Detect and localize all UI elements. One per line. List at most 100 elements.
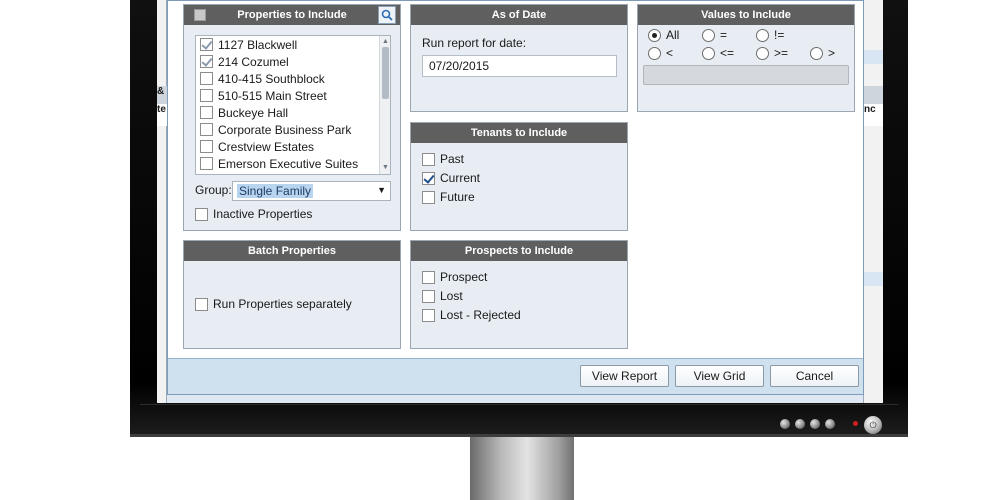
value-input[interactable] xyxy=(643,65,849,85)
property-checkbox[interactable] xyxy=(200,157,213,170)
properties-panel-header: Properties to Include xyxy=(184,5,400,25)
batch-properties-panel: Batch Properties Run Properties separate… xyxy=(183,240,401,349)
property-checkbox[interactable] xyxy=(200,72,213,85)
run-separately-option[interactable]: Run Properties separately xyxy=(195,297,352,311)
tenant-current-checkbox[interactable] xyxy=(422,171,435,185)
prospect-0-option[interactable]: Prospect xyxy=(422,270,487,284)
property-checkbox[interactable] xyxy=(200,123,213,136)
value-radio[interactable] xyxy=(810,46,823,60)
prospect-1-checkbox[interactable] xyxy=(422,289,435,303)
tenant-current-label: Current xyxy=(440,171,481,185)
property-list-item[interactable]: Buckeye Hall xyxy=(196,104,390,121)
view-grid-button[interactable]: View Grid xyxy=(675,365,764,387)
monitor-button xyxy=(795,419,805,429)
value-option-label: <= xyxy=(720,46,735,60)
as-of-date-header: As of Date xyxy=(411,5,627,25)
search-icon xyxy=(381,9,393,21)
prospect-1-label: Lost xyxy=(440,289,463,303)
property-checkbox[interactable] xyxy=(200,89,213,102)
value-radio[interactable] xyxy=(648,28,661,42)
inactive-properties-option[interactable]: Inactive Properties xyxy=(195,207,312,221)
view-report-button[interactable]: View Report xyxy=(580,365,669,387)
cancel-button[interactable]: Cancel xyxy=(770,365,859,387)
search-properties-button[interactable] xyxy=(378,6,396,24)
value-option[interactable]: = xyxy=(702,28,727,42)
prospect-2-checkbox[interactable] xyxy=(422,308,435,322)
background-cell: te xyxy=(157,104,167,126)
property-checkbox[interactable] xyxy=(200,55,213,68)
value-radio[interactable] xyxy=(756,46,769,60)
batch-properties-header: Batch Properties xyxy=(184,241,400,261)
prospect-2-option[interactable]: Lost - Rejected xyxy=(422,308,521,322)
scroll-down-icon[interactable]: ▼ xyxy=(381,163,390,172)
value-option-label: = xyxy=(720,28,728,42)
property-list-item[interactable]: 510-515 Main Street xyxy=(196,87,390,104)
value-option-label: >= xyxy=(774,46,789,60)
group-select[interactable]: Single Family ▼ xyxy=(232,181,391,201)
tenant-future-checkbox[interactable] xyxy=(422,190,435,204)
monitor-button xyxy=(825,419,835,429)
property-label: Emerson Executive Suites xyxy=(218,156,359,171)
prospect-0-label: Prospect xyxy=(440,270,488,284)
dialog-body: Properties to Include 1127 Blackwell 214 … xyxy=(168,1,863,359)
tenant-past-label: Past xyxy=(440,152,465,166)
property-label: Crestview Estates xyxy=(218,139,315,154)
property-list-item[interactable]: Corporate Business Park xyxy=(196,121,390,138)
inactive-properties-checkbox[interactable] xyxy=(195,207,208,221)
property-checkbox[interactable] xyxy=(200,106,213,119)
tenants-panel-header: Tenants to Include xyxy=(411,123,627,143)
property-list-item[interactable]: 214 Cozumel xyxy=(196,53,390,70)
scroll-up-icon[interactable]: ▲ xyxy=(381,37,390,46)
value-option[interactable]: < xyxy=(648,46,673,60)
value-option[interactable]: <= xyxy=(702,46,734,60)
report-date-input[interactable]: 07/20/2015 xyxy=(422,55,617,77)
properties-scrollbar[interactable]: ▲ ▼ xyxy=(379,36,390,174)
value-radio[interactable] xyxy=(702,28,715,42)
property-label: 510-515 Main Street xyxy=(218,88,327,103)
value-radio[interactable] xyxy=(648,46,661,60)
prospect-0-checkbox[interactable] xyxy=(422,270,435,284)
value-option-label: All xyxy=(666,28,680,42)
values-panel: Values to Include All = != < <= >= > xyxy=(637,4,855,112)
report-options-dialog: Properties to Include 1127 Blackwell 214 … xyxy=(167,0,864,395)
background-window-left: & te xyxy=(157,0,167,403)
value-radio[interactable] xyxy=(756,28,769,42)
value-option-label: < xyxy=(666,46,674,60)
property-label: Corporate Business Park xyxy=(218,122,352,137)
tenant-current-option[interactable]: Current xyxy=(422,171,480,185)
property-list-item[interactable]: Emerson Executive Suites xyxy=(196,155,390,172)
select-all-properties-checkbox[interactable] xyxy=(194,9,206,21)
value-option[interactable]: All xyxy=(648,28,679,42)
property-checkbox[interactable] xyxy=(200,140,213,153)
prospect-1-option[interactable]: Lost xyxy=(422,289,463,303)
value-option[interactable]: != xyxy=(756,28,784,42)
value-option-label: != xyxy=(774,28,785,42)
scroll-thumb[interactable] xyxy=(382,47,389,99)
chevron-down-icon: ▼ xyxy=(377,185,386,195)
background-band xyxy=(864,272,883,286)
tenant-past-option[interactable]: Past xyxy=(422,152,464,166)
properties-panel: Properties to Include 1127 Blackwell 214 … xyxy=(183,4,401,231)
properties-list[interactable]: 1127 Blackwell 214 Cozumel 410-415 Southbl… xyxy=(195,35,391,175)
values-panel-header: Values to Include xyxy=(638,5,854,25)
tenant-past-checkbox[interactable] xyxy=(422,152,435,166)
properties-panel-title: Properties to Include xyxy=(237,9,347,21)
run-separately-checkbox[interactable] xyxy=(195,297,208,311)
background-cell: nc xyxy=(864,104,883,126)
tenant-future-option[interactable]: Future xyxy=(422,190,475,204)
monitor-stand xyxy=(470,436,574,500)
monitor-button xyxy=(810,419,820,429)
value-radio[interactable] xyxy=(702,46,715,60)
value-option[interactable]: > xyxy=(810,46,835,60)
property-list-item[interactable]: 1127 Blackwell xyxy=(196,36,390,53)
run-separately-label: Run Properties separately xyxy=(213,297,352,311)
monitor-button xyxy=(780,419,790,429)
value-option[interactable]: >= xyxy=(756,46,788,60)
background-band xyxy=(864,50,883,64)
bezel-divider xyxy=(140,404,898,405)
property-checkbox[interactable] xyxy=(200,38,213,51)
property-list-item[interactable]: 410-415 Southblock xyxy=(196,70,390,87)
group-label: Group: xyxy=(195,183,232,197)
property-label: 410-415 Southblock xyxy=(218,71,325,86)
property-list-item[interactable]: Crestview Estates xyxy=(196,138,390,155)
